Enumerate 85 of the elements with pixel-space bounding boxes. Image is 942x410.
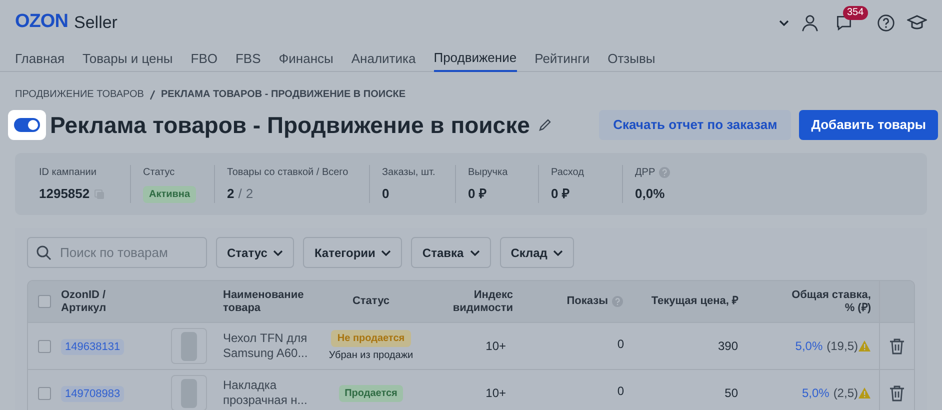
chevron-down-icon[interactable] <box>779 20 789 26</box>
user-icon[interactable] <box>801 14 819 32</box>
stat-value: 1295852 <box>39 185 90 204</box>
stat-value: 0,0% <box>635 185 665 204</box>
status-note: Убран из продажи <box>328 348 414 362</box>
graduation-cap-icon[interactable] <box>907 14 927 32</box>
filter-dropdown[interactable]: Категории <box>303 237 402 268</box>
stat-value: 0 ₽ <box>551 185 570 204</box>
stat-value: 0 <box>382 185 390 204</box>
stat-label: Заказы, шт. <box>382 166 436 180</box>
chevron-down-icon <box>553 250 564 256</box>
nav-tab[interactable]: Продвижение <box>434 45 517 72</box>
status-badge: Не продается <box>331 330 411 346</box>
column-header: Статус <box>352 295 390 308</box>
column-header: Индекс видимости <box>452 288 513 314</box>
trash-icon[interactable] <box>889 384 905 402</box>
stat-label: Расход <box>551 166 584 180</box>
warning-icon <box>858 387 871 399</box>
shows-count: 0 <box>616 336 625 353</box>
download-report-button[interactable]: Скачать отчет по заказам <box>599 110 792 140</box>
visibility-index: 10+ <box>484 385 507 402</box>
current-price: 390 <box>716 338 739 355</box>
help-icon[interactable] <box>877 14 895 32</box>
nav-tab[interactable]: Финансы <box>278 45 334 72</box>
stat-value: 0 ₽ <box>468 185 487 204</box>
logo-suffix: Seller <box>74 12 118 34</box>
filter-dropdown[interactable]: Ставка <box>411 237 491 268</box>
chevron-down-icon <box>273 250 284 256</box>
page-title: Реклама товаров - Продвижение в поиске <box>50 110 530 140</box>
column-header: Общая ставка, % (₽) <box>790 288 871 314</box>
filter-dropdown[interactable]: Склад <box>500 237 574 268</box>
filter-dropdown[interactable]: Статус <box>216 237 294 268</box>
logo[interactable]: OZON <box>15 8 68 37</box>
nav-tab[interactable]: Рейтинги <box>534 45 590 72</box>
breadcrumb: РЕКЛАМА ТОВАРОВ - ПРОДВИЖЕНИЕ В ПОИСКЕ <box>160 88 406 102</box>
shows-count: 0 <box>616 383 625 400</box>
nav-tab[interactable]: Товары и цены <box>82 45 173 72</box>
notification-badge: 354 <box>843 6 868 20</box>
add-products-button[interactable]: Добавить товары <box>799 110 938 140</box>
stat-separator: / <box>238 185 242 204</box>
status-badge: Активна <box>143 186 196 202</box>
row-checkbox[interactable] <box>38 386 51 400</box>
help-icon <box>659 167 670 178</box>
status-badge: Продается <box>338 384 404 402</box>
stat-label: Выручка <box>468 166 508 180</box>
product-name: Накладка прозрачная н... <box>223 378 308 408</box>
warning-icon <box>858 340 871 352</box>
column-header: Показы <box>566 295 608 308</box>
product-thumbnail <box>171 375 207 410</box>
search-icon <box>36 245 52 261</box>
column-header: OzonID / Артикул <box>61 288 108 314</box>
stat-total: 2 <box>246 185 254 204</box>
rate-rubles: (19,5) <box>826 338 858 355</box>
product-thumbnail <box>171 328 207 364</box>
rate-link[interactable]: 5,0% <box>795 337 823 355</box>
product-id-link[interactable]: 149638131 <box>61 338 124 355</box>
product-id-link[interactable]: 149708983 <box>61 386 124 402</box>
stat-label: ID кампании <box>39 166 96 180</box>
nav-tab[interactable]: FBS <box>235 45 261 72</box>
breadcrumb[interactable]: ПРОДВИЖЕНИЕ ТОВАРОВ <box>15 88 144 102</box>
product-name: Чехол TFN для Samsung A60... <box>223 331 309 361</box>
stat-label: Товары со ставкой / Всего <box>227 166 348 180</box>
chevron-down-icon <box>381 250 392 256</box>
slash-icon <box>150 90 155 100</box>
row-checkbox[interactable] <box>38 340 51 352</box>
column-header: Текущая цена, ₽ <box>651 295 738 308</box>
nav-tab[interactable]: Отзывы <box>608 45 656 72</box>
column-header: Наименование товара <box>223 288 305 314</box>
nav-tab[interactable]: FBO <box>190 45 218 72</box>
visibility-index: 10+ <box>484 338 507 355</box>
pencil-icon[interactable] <box>538 118 552 132</box>
rate-rubles: (2,5) <box>833 385 858 402</box>
campaign-toggle[interactable] <box>8 110 46 140</box>
nav-tab[interactable]: Аналитика <box>351 45 416 72</box>
stat-value: 2 <box>227 185 234 204</box>
select-all-checkbox[interactable] <box>38 295 51 308</box>
trash-icon[interactable] <box>889 338 905 354</box>
chevron-down-icon <box>470 250 480 256</box>
help-icon <box>612 296 623 307</box>
stat-label: ДРР <box>635 166 656 180</box>
stat-label: Статус <box>143 166 175 180</box>
rate-link[interactable]: 5,0% <box>802 384 830 402</box>
search-field[interactable]: Поиск по товарам <box>27 237 207 268</box>
nav-tab[interactable]: Главная <box>15 45 64 72</box>
current-price: 50 <box>724 385 739 402</box>
